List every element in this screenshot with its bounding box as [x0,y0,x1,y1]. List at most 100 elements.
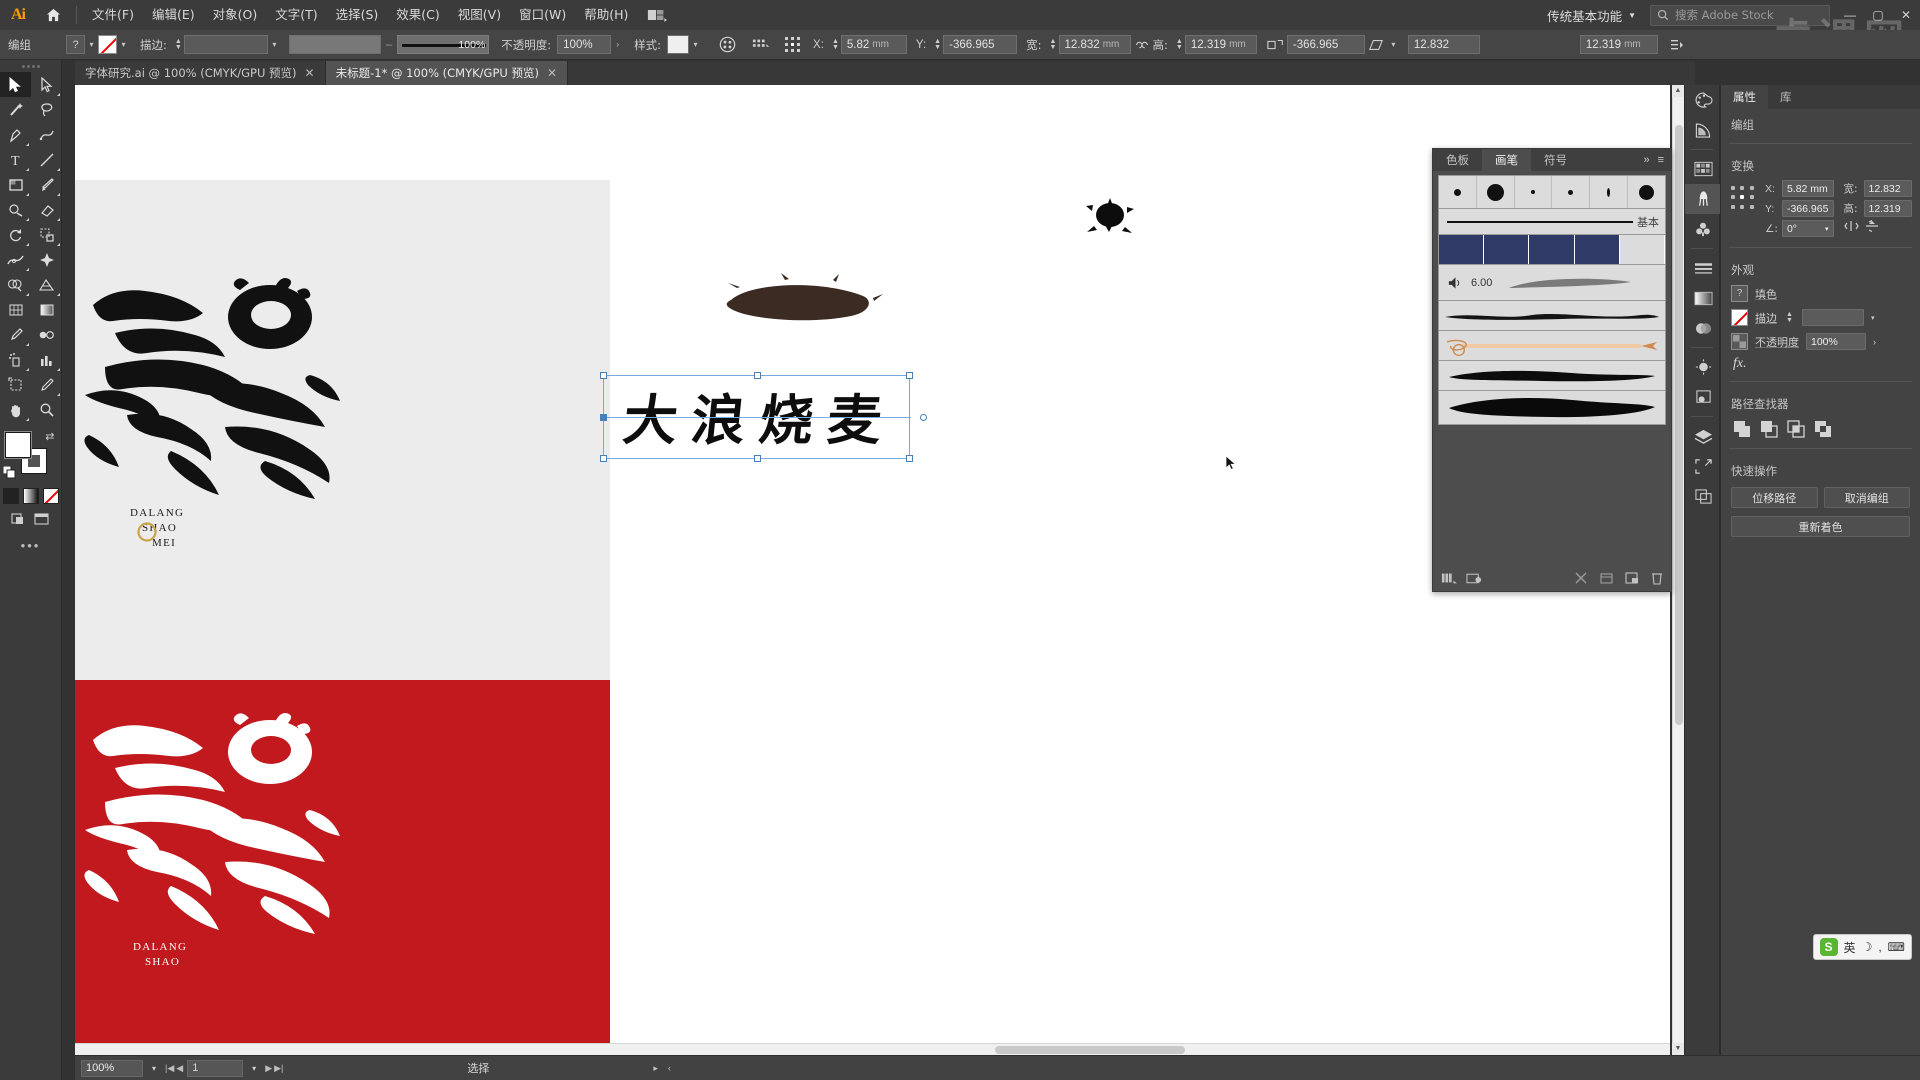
artboard-bottom[interactable]: DALANG SHAO [75,680,610,1055]
artboard-tool[interactable] [0,372,31,397]
links-icon[interactable] [1685,481,1721,511]
handle-bottom-right[interactable] [906,455,913,462]
handle-top-center[interactable] [754,372,761,379]
symbol-sprayer-tool[interactable] [0,347,31,372]
opacity-input[interactable]: 100% [557,35,612,54]
close-icon[interactable]: ✕ [547,66,557,80]
opacity-expand-icon[interactable]: › [1873,337,1876,347]
scale-tool[interactable] [31,222,62,247]
minus-front-icon[interactable] [1760,420,1778,438]
magic-wand-tool[interactable] [0,97,31,122]
fx-row[interactable]: fx. [1721,353,1920,375]
chevron-down-icon[interactable]: ▾ [1871,314,1875,322]
menu-help[interactable]: 帮助(H) [575,0,637,30]
workspace-switcher[interactable]: 传统基本功能 ▼ [1537,4,1646,26]
zoom-level-input[interactable]: 100% [81,1059,143,1077]
document-tab-1[interactable]: 字体研究.ai @ 100% (CMYK/GPU 预览) ✕ [75,61,326,85]
thin-ink-brush-row[interactable] [1438,361,1666,391]
brush-calligraphic-3pt[interactable] [1439,176,1477,208]
stroke-weight-input[interactable] [183,35,268,54]
height-input[interactable]: 12.319 [1863,200,1912,217]
fill-swatch[interactable]: ? [1731,285,1748,302]
eraser-tool[interactable] [31,197,62,222]
calligraphic-brushes-row[interactable] [1438,175,1666,209]
brush-calligraphic-large[interactable] [1628,176,1665,208]
zoom-dropdown-caret[interactable]: ▾ [147,1064,161,1073]
layers-icon[interactable] [1685,421,1721,451]
mesh-tool[interactable] [0,297,31,322]
moon-icon[interactable]: ☽ [1862,940,1873,954]
slice-tool[interactable] [31,372,62,397]
stroke-swatch[interactable] [1731,309,1748,326]
graphic-style-swatch[interactable] [667,35,690,54]
shape-builder-tool[interactable] [0,272,31,297]
type-tool[interactable]: T [0,147,31,172]
line-segment-tool[interactable] [31,147,62,172]
width-tool[interactable] [0,247,31,272]
arrange-documents-icon[interactable] [637,0,677,30]
swatches-icon[interactable] [1685,154,1721,184]
style-caret[interactable]: ▾ [689,35,702,54]
intersect-icon[interactable] [1787,420,1805,438]
ime-indicator[interactable]: S 英 ☽ , ⌨ [1812,934,1912,960]
rope-brush-row[interactable] [1438,331,1666,361]
charcoal-brush-row[interactable] [1438,301,1666,331]
exclude-icon[interactable] [1814,420,1832,438]
width-input[interactable]: 12.832 mm [1058,35,1131,54]
panel-menu-icon[interactable]: ≡ [1658,154,1664,166]
first-artboard-button[interactable]: |◀ [165,1063,174,1074]
fill-stroke-indicator[interactable]: ⇄ [2,430,59,482]
handle-top-right[interactable] [906,372,913,379]
eyedropper-tool[interactable] [0,322,31,347]
flip-vertical-icon[interactable] [1864,220,1913,232]
menu-effect[interactable]: 效果(C) [387,0,448,30]
stroke-weight-stepper[interactable]: ▲ ▼ [1784,308,1795,327]
fill-color-swatch[interactable]: ? [66,35,85,54]
transform-reference-icon[interactable] [782,34,804,56]
menu-window[interactable]: 窗口(W) [510,0,575,30]
comma-icon[interactable]: , [1878,940,1881,954]
gradient-icon[interactable] [1685,283,1721,313]
opacity-row[interactable]: 不透明度 100% › [1721,330,1920,353]
paintbrush-tool[interactable] [31,172,62,197]
graphic-styles-icon[interactable] [1685,382,1721,412]
tab-properties[interactable]: 属性 [1721,85,1768,109]
status-collapse-icon[interactable]: ‹ [668,1063,671,1074]
screen-mode-icon[interactable] [34,512,50,529]
brush-calligraphic-oval[interactable] [1590,176,1629,208]
opacity-input[interactable]: 100% [1806,333,1866,350]
pen-tool[interactable] [0,122,31,147]
ungroup-button[interactable]: 取消编组 [1823,487,1910,508]
menu-view[interactable]: 视图(V) [449,0,510,30]
controlbar-overflow-icon[interactable] [1666,34,1688,56]
brush-blob-round[interactable] [1085,195,1135,235]
curvature-tool[interactable] [31,122,62,147]
lasso-tool[interactable] [31,97,62,122]
brushes-panel[interactable]: 色板 画笔 符号 » ≡ 基本 6.00 [1432,148,1672,592]
swap-fill-stroke-icon[interactable]: ⇄ [45,430,54,443]
canvas-vertical-scrollbar[interactable]: ▲ ▼ [1672,85,1684,1055]
last-artboard-button[interactable]: ▶| [274,1063,283,1074]
options-icon[interactable] [1600,571,1613,585]
artboard-top[interactable]: DALANG SHAO MEI [75,180,610,680]
brush-calligraphic-2pt[interactable] [1552,176,1591,208]
appearance-icon[interactable] [1685,352,1721,382]
prev-artboard-button[interactable]: ◀ [176,1063,183,1074]
stroke-profile-field[interactable] [288,35,381,54]
menu-edit[interactable]: 编辑(E) [143,0,204,30]
tab-swatches[interactable]: 色板 [1433,149,1482,171]
collapse-panel-icon[interactable]: » [1643,154,1649,166]
horizontal-scroll-thumb[interactable] [995,1046,1185,1054]
rectangle-tool[interactable] [0,172,31,197]
basic-stroke-row[interactable]: 基本 [1438,209,1666,235]
canvas-area[interactable]: DALANG SHAO MEI DALANG SHAO 大浪烧麦 [75,85,1670,1055]
stroke-row[interactable]: 描边 ▲ ▼ ▾ [1721,305,1920,330]
brush-calligraphic-10pt[interactable] [1477,176,1515,208]
transparency-icon[interactable] [1685,313,1721,343]
artboard-dropdown-caret[interactable]: ▾ [247,1064,261,1073]
canvas-horizontal-scrollbar[interactable] [75,1043,1670,1055]
recolor-artwork-icon[interactable] [716,34,738,56]
rotate-tool[interactable] [0,222,31,247]
selection-bounding-box[interactable] [600,372,927,462]
opacity-expand-caret[interactable]: › [611,35,624,54]
